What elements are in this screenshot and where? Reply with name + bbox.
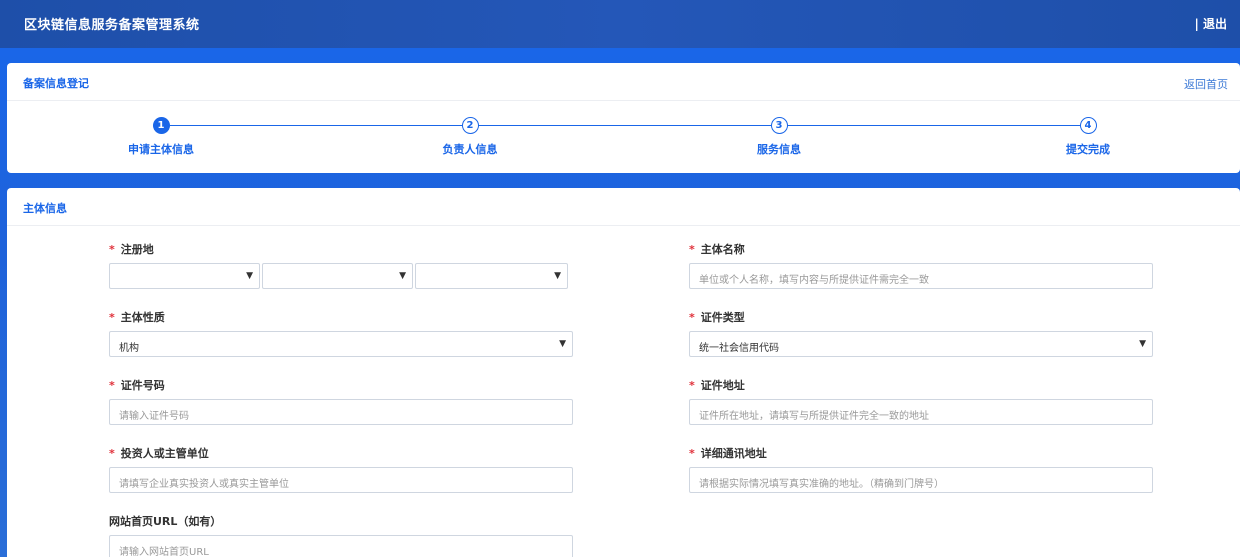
chevron-down-icon: ▼ (399, 271, 406, 281)
field-label: 注册地 (120, 243, 154, 256)
required-mark: * (109, 379, 115, 392)
entity-info-card: 主体信息 * 注册地 ▼ ▼ ▼ * 主体名称 单位或个人名称，填写内容与所提供证件… (7, 188, 1240, 557)
entity-nature-select[interactable]: 机构 ▼ (109, 331, 573, 357)
cert-number-field: * 证件号码 请输入证件号码 (109, 377, 573, 425)
step-number: 3 (770, 117, 788, 134)
registration-steps-card: 备案信息登记 返回首页 1 申请主体信息 2 负责人信息 3 服务信息 4 提交… (7, 63, 1240, 173)
step-connector-line (170, 125, 1090, 126)
district-select[interactable]: ▼ (415, 263, 568, 289)
app-title: 区块链信息服务备案管理系统 (24, 18, 200, 33)
province-select[interactable]: ▼ (109, 263, 260, 289)
section-title: 主体信息 (23, 202, 67, 215)
back-home-link[interactable]: 返回首页 (1184, 76, 1228, 92)
required-mark: * (109, 447, 115, 460)
required-mark: * (109, 311, 115, 324)
step-label: 负责人信息 (442, 143, 498, 156)
field-label: 证件类型 (700, 311, 745, 324)
register-place-selects: ▼ ▼ ▼ (109, 263, 569, 289)
field-label: 投资人或主管单位 (120, 447, 209, 460)
required-mark: * (689, 447, 695, 460)
top-bar: 区块链信息服务备案管理系统 | 退出 (0, 0, 1240, 48)
step-2: 2 负责人信息 (410, 117, 530, 157)
card-title: 备案信息登记 (23, 77, 89, 90)
field-label: 主体名称 (700, 243, 745, 256)
cert-number-input[interactable]: 请输入证件号码 (109, 399, 573, 425)
cert-address-field: * 证件地址 证件所在地址，请填写与所提供证件完全一致的地址 (689, 377, 1153, 425)
entity-name-input[interactable]: 单位或个人名称，填写内容与所提供证件需完全一致 (689, 263, 1153, 289)
step-label: 申请主体信息 (128, 143, 194, 156)
chevron-down-icon: ▼ (559, 339, 566, 349)
contact-address-field: * 详细通讯地址 请根据实际情况填写真实准确的地址。（精确到门牌号） (689, 445, 1153, 493)
chevron-down-icon: ▼ (246, 271, 253, 281)
field-label: 网站首页URL（如有） (109, 515, 222, 528)
website-url-field: 网站首页URL（如有） 请输入网站首页URL (109, 513, 573, 557)
chevron-down-icon: ▼ (554, 271, 561, 281)
contact-address-input[interactable]: 请根据实际情况填写真实准确的地址。（精确到门牌号） (689, 467, 1153, 493)
step-number: 2 (461, 117, 479, 134)
step-label: 服务信息 (757, 143, 801, 156)
steps-card-header: 备案信息登记 返回首页 (7, 63, 1240, 101)
step-4: 4 提交完成 (1028, 117, 1148, 157)
required-mark: * (109, 243, 115, 256)
required-mark: * (689, 379, 695, 392)
entity-name-field: * 主体名称 单位或个人名称，填写内容与所提供证件需完全一致 (689, 241, 1153, 289)
required-mark: * (689, 311, 695, 324)
field-label: 主体性质 (120, 311, 165, 324)
investor-input[interactable]: 请填写企业真实投资人或真实主管单位 (109, 467, 573, 493)
required-mark: * (689, 243, 695, 256)
step-1: 1 申请主体信息 (101, 117, 221, 157)
cert-type-select[interactable]: 统一社会信用代码 ▼ (689, 331, 1153, 357)
form-card-header: 主体信息 (7, 188, 1240, 226)
step-label: 提交完成 (1066, 143, 1110, 156)
step-number: 1 (152, 117, 170, 134)
website-url-input[interactable]: 请输入网站首页URL (109, 535, 573, 557)
step-3: 3 服务信息 (719, 117, 839, 157)
field-label: 详细通讯地址 (700, 447, 767, 460)
field-label: 证件地址 (700, 379, 745, 392)
register-place-field: * 注册地 ▼ ▼ ▼ (109, 241, 569, 289)
field-label: 证件号码 (120, 379, 165, 392)
entity-nature-field: * 主体性质 机构 ▼ (109, 309, 573, 357)
chevron-down-icon: ▼ (1139, 339, 1146, 349)
step-indicator: 1 申请主体信息 2 负责人信息 3 服务信息 4 提交完成 (7, 101, 1240, 173)
cert-address-input[interactable]: 证件所在地址，请填写与所提供证件完全一致的地址 (689, 399, 1153, 425)
cert-type-field: * 证件类型 统一社会信用代码 ▼ (689, 309, 1153, 357)
investor-field: * 投资人或主管单位 请填写企业真实投资人或真实主管单位 (109, 445, 573, 493)
city-select[interactable]: ▼ (262, 263, 413, 289)
step-number: 4 (1079, 117, 1097, 134)
logout-button[interactable]: | 退出 (1194, 15, 1227, 32)
